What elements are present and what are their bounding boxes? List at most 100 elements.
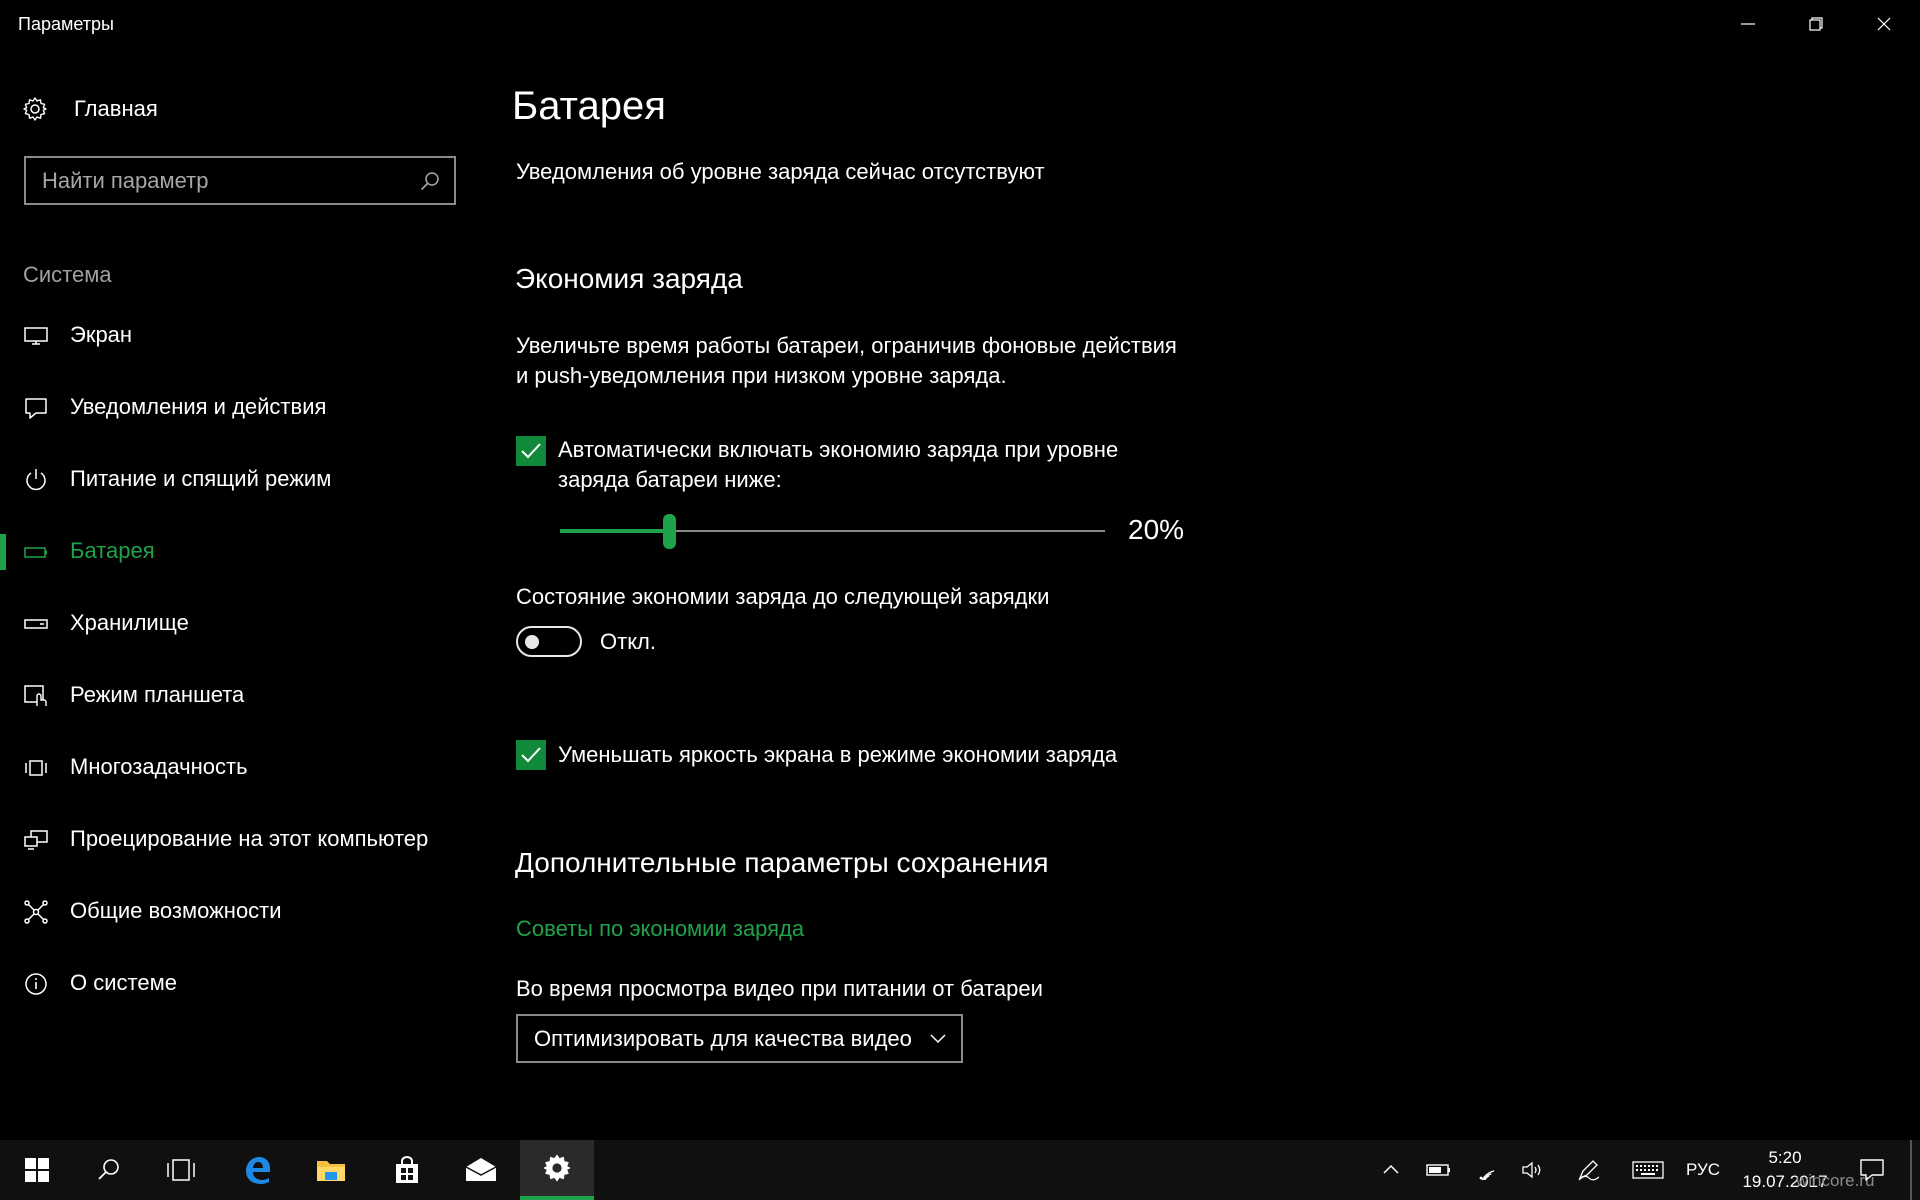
monitor-icon: [23, 324, 49, 348]
minimize-icon: [1741, 23, 1755, 25]
clock-time: 5:20: [1768, 1148, 1802, 1167]
volume-button[interactable]: [1516, 1140, 1550, 1200]
video-playback-label: Во время просмотра видео при питании от …: [516, 976, 1043, 1001]
sidebar-item-storage[interactable]: Хранилище: [0, 594, 480, 654]
volume-icon: [1522, 1161, 1541, 1179]
video-playback-selected: Оптимизировать для качества видео: [534, 1025, 912, 1051]
minimize-button[interactable]: [1714, 0, 1782, 48]
saver-status-toggle[interactable]: [516, 626, 582, 657]
sidebar-item-tablet-mode[interactable]: Режим планшета: [0, 666, 480, 726]
checkmark-icon: [521, 443, 541, 459]
power-icon: [23, 468, 49, 492]
checkmark-icon: [521, 747, 541, 763]
sidebar-item-label: Проецирование на этот компьютер: [70, 826, 429, 851]
search-box[interactable]: [24, 156, 456, 205]
window-title: Параметры: [18, 14, 114, 34]
start-button[interactable]: [0, 1140, 74, 1200]
edge-browser-button[interactable]: [220, 1140, 294, 1200]
sidebar-item-label: Экран: [70, 322, 133, 347]
sidebar-item-battery[interactable]: Батарея: [0, 522, 480, 582]
multitasking-icon: [23, 756, 49, 780]
gear-icon: [23, 97, 47, 121]
projecting-icon: [23, 828, 49, 852]
auto-saver-checkbox[interactable]: [516, 436, 546, 466]
brightness-label: Уменьшать яркость экрана в режиме эконом…: [558, 742, 1118, 767]
auto-saver-label-line1: Автоматически включать экономию заряда п…: [558, 437, 1119, 462]
threshold-value: 20%: [1128, 514, 1185, 545]
taskbar-search-button[interactable]: [72, 1140, 146, 1200]
toggle-knob: [525, 635, 539, 649]
keyboard-icon: [1632, 1161, 1664, 1179]
wifi-button[interactable]: [1470, 1140, 1504, 1200]
section-label-system: Система: [23, 262, 112, 287]
sidebar-item-about[interactable]: О системе: [0, 954, 480, 1014]
saver-status-label: Состояние экономии заряда до следующей з…: [516, 584, 1050, 609]
battery-saver-heading: Экономия заряда: [515, 263, 743, 294]
search-icon: [98, 1159, 119, 1180]
restore-icon: [1809, 17, 1823, 31]
info-icon: [23, 972, 49, 996]
sidebar-item-display[interactable]: Экран: [0, 306, 480, 366]
threshold-slider-thumb[interactable]: [663, 514, 676, 549]
input-language[interactable]: РУС: [1686, 1160, 1720, 1180]
sidebar-item-label: Общие возможности: [70, 898, 282, 923]
battery-tray-icon: [1426, 1164, 1450, 1176]
battery-tips-link[interactable]: Советы по экономии заряда: [516, 916, 804, 942]
search-input[interactable]: [42, 167, 420, 194]
title-bar: [0, 0, 1920, 48]
threshold-slider-fill: [560, 529, 669, 533]
sidebar-item-label: Питание и спящий режим: [70, 466, 332, 491]
pen-icon: [1578, 1160, 1600, 1181]
sidebar-item-label: Хранилище: [70, 610, 189, 635]
touch-keyboard-button[interactable]: [1628, 1140, 1668, 1200]
sidebar-item-shared-experiences[interactable]: Общие возможности: [0, 882, 480, 942]
store-icon: [396, 1156, 418, 1183]
battery-icon: [23, 540, 49, 564]
task-view-icon: [167, 1159, 195, 1181]
chevron-up-icon: [1383, 1164, 1399, 1174]
restore-button[interactable]: [1782, 0, 1850, 48]
action-center-icon: [1860, 1159, 1884, 1181]
show-desktop-button[interactable]: [1910, 1140, 1912, 1200]
shared-experiences-icon: [23, 900, 49, 924]
close-button[interactable]: [1850, 0, 1918, 48]
sidebar-item-label: Режим планшета: [70, 682, 245, 707]
chevron-down-icon: [930, 1034, 946, 1044]
page-title: Батарея: [512, 84, 666, 128]
home-link[interactable]: Главная: [22, 92, 158, 126]
folder-icon: [317, 1161, 345, 1181]
pen-workspace-button[interactable]: [1572, 1140, 1606, 1200]
sidebar-item-label: О системе: [70, 970, 177, 995]
task-view-button[interactable]: [144, 1140, 218, 1200]
battery-saver-description-line1: Увеличьте время работы батареи, ограничи…: [516, 333, 1177, 358]
search-icon[interactable]: [420, 171, 440, 191]
mail-icon: [465, 1158, 497, 1181]
battery-tray-button[interactable]: [1422, 1140, 1456, 1200]
sidebar-item-notifications[interactable]: Уведомления и действия: [0, 378, 480, 438]
storage-icon: [23, 612, 49, 636]
store-button[interactable]: [370, 1140, 444, 1200]
settings-taskbar-button[interactable]: [520, 1140, 594, 1200]
windows-logo-icon: [25, 1158, 49, 1182]
close-icon: [1877, 17, 1891, 31]
tablet-mode-icon: [23, 684, 49, 708]
gear-icon: [543, 1154, 571, 1182]
sidebar-item-projecting[interactable]: Проецирование на этот компьютер: [0, 810, 480, 870]
file-explorer-button[interactable]: [294, 1140, 368, 1200]
sidebar-item-multitasking[interactable]: Многозадачность: [0, 738, 480, 798]
extra-settings-heading: Дополнительные параметры сохранения: [515, 847, 1049, 878]
battery-saver-description-line2: и push-уведомления при низком уровне зар…: [516, 363, 1007, 388]
saver-status-toggle-text: Откл.: [600, 629, 657, 654]
sidebar-item-label: Уведомления и действия: [70, 394, 327, 419]
mail-button[interactable]: [444, 1140, 518, 1200]
edge-icon: [246, 1157, 270, 1184]
action-center-button[interactable]: [1852, 1140, 1892, 1200]
notification-status-text: Уведомления об уровне заряда сейчас отсу…: [516, 159, 1045, 184]
brightness-checkbox[interactable]: [516, 740, 546, 770]
sidebar-item-power[interactable]: Питание и спящий режим: [0, 450, 480, 510]
home-label: Главная: [74, 96, 158, 121]
wifi-icon: [1479, 1170, 1495, 1180]
video-playback-dropdown[interactable]: Оптимизировать для качества видео: [516, 1014, 963, 1063]
notification-icon: [23, 396, 49, 420]
show-hidden-icons-button[interactable]: [1376, 1140, 1406, 1200]
